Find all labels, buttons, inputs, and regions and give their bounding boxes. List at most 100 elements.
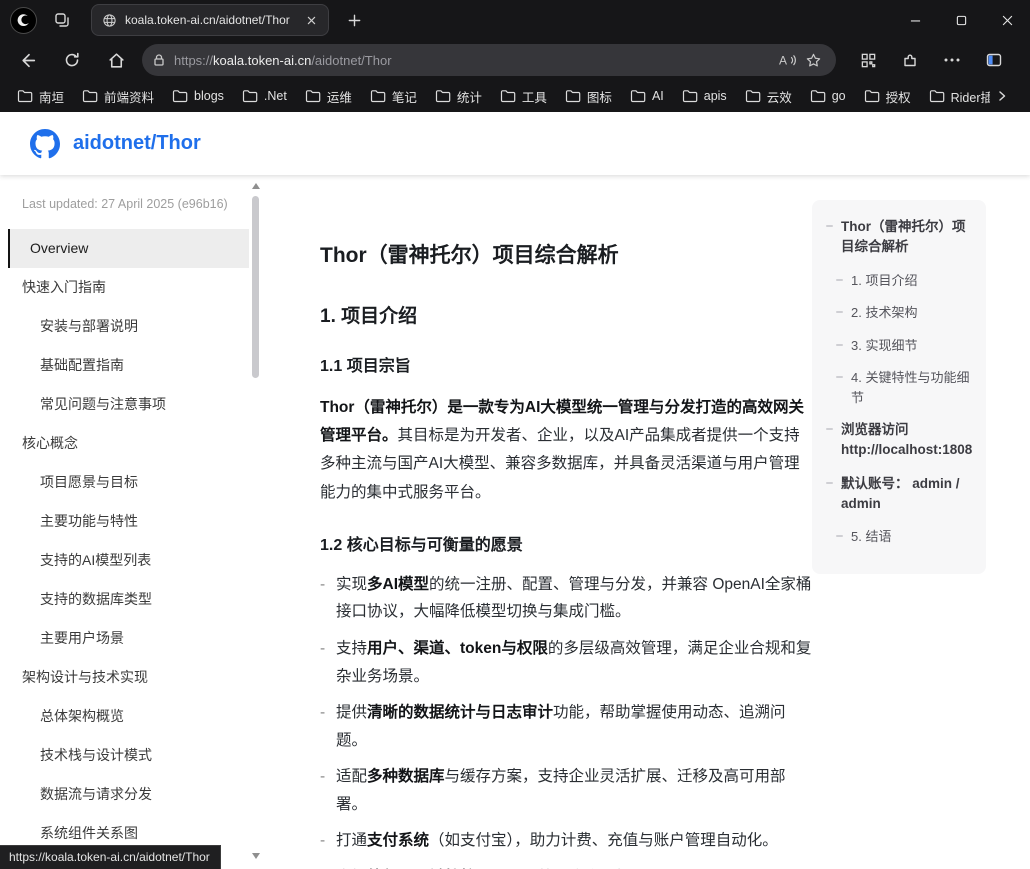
bookmark-folder[interactable]: 授权 xyxy=(855,84,920,109)
bookmark-folder[interactable]: 工具 xyxy=(491,84,556,109)
read-aloud-button[interactable]: A xyxy=(774,47,800,73)
sidebar-nav-item[interactable]: 总体架构概览 xyxy=(8,697,250,736)
sidebar-toggle-button[interactable] xyxy=(978,44,1010,76)
bookmark-folder[interactable]: .Net xyxy=(233,86,296,106)
bookmark-folder[interactable]: apis xyxy=(673,86,736,106)
toc-item[interactable]: 1. 项目介绍 xyxy=(836,271,972,291)
url-text: https://koala.token-ai.cn/aidotnet/Thor xyxy=(174,53,774,68)
toc-item[interactable]: 3. 实现细节 xyxy=(836,336,972,356)
bookmark-label: apis xyxy=(704,89,727,103)
svg-text:A: A xyxy=(779,54,787,68)
sidebar-nav-item[interactable]: 安装与部署说明 xyxy=(8,307,250,346)
sidebar-nav-item[interactable]: 核心概念 xyxy=(8,424,250,463)
bookmark-label: 南垣 xyxy=(39,87,64,106)
bookmark-label: blogs xyxy=(194,89,224,103)
goal-list-item: 支持用户、渠道、token与权限的多层级高效管理，满足企业合规和复杂业务场景。 xyxy=(336,635,812,690)
workspaces-icon[interactable] xyxy=(47,5,77,35)
more-menu-button[interactable] xyxy=(936,44,968,76)
toc-item[interactable]: 2. 技术架构 xyxy=(836,303,972,323)
sidebar-nav-item[interactable]: 技术栈与设计模式 xyxy=(8,736,250,775)
bookmark-folder[interactable]: 图标 xyxy=(556,84,621,109)
bookmark-folder[interactable]: blogs xyxy=(163,86,233,106)
bookmark-folder[interactable]: AI xyxy=(621,86,673,106)
close-window-button[interactable] xyxy=(984,0,1030,40)
favorite-star-button[interactable] xyxy=(800,47,826,73)
bookmark-folder[interactable]: 云效 xyxy=(736,84,801,109)
sidebar-nav-item[interactable]: 常见问题与注意事项 xyxy=(8,385,250,424)
toc-item[interactable]: Thor（雷神托尔）项目综合解析 xyxy=(826,217,972,258)
sidebar-nav-item[interactable]: 数据流与请求分发 xyxy=(8,775,250,814)
toc-item[interactable]: 浏览器访问 http://localhost:1808 xyxy=(826,420,972,461)
sidebar-nav: Overview快速入门指南安装与部署说明基础配置指南常见问题与注意事项核心概念… xyxy=(0,229,250,853)
browser-logo-avatar[interactable] xyxy=(10,7,37,34)
bookmark-label: Rider插件 xyxy=(951,87,990,106)
back-button[interactable] xyxy=(12,44,44,76)
repo-title-link[interactable]: aidotnet/Thor xyxy=(73,132,201,155)
subsection-heading-goals: 1.2 核心目标与可衡量的愿景 xyxy=(320,531,812,555)
browser-toolbar: https://koala.token-ai.cn/aidotnet/Thor … xyxy=(0,40,1030,80)
web-page: aidotnet/Thor Last updated: 27 April 202… xyxy=(0,112,1030,869)
maximize-button[interactable] xyxy=(938,0,984,40)
minimize-button[interactable] xyxy=(892,0,938,40)
home-button[interactable] xyxy=(100,44,132,76)
bookmark-label: 运维 xyxy=(327,87,352,106)
new-tab-button[interactable] xyxy=(339,5,369,35)
url-scheme: https:// xyxy=(174,53,213,68)
lock-icon xyxy=(152,53,166,67)
toc-item[interactable]: 4. 关键特性与功能细节 xyxy=(836,368,972,407)
sidebar-nav-item[interactable]: 支持的AI模型列表 xyxy=(8,541,250,580)
bookmark-folder[interactable]: 南垣 xyxy=(8,84,73,109)
browser-tab[interactable]: koala.token-ai.cn/aidotnet/Thor xyxy=(91,4,329,36)
bookmark-folder[interactable]: 笔记 xyxy=(361,84,426,109)
bookmark-folder[interactable]: 前端资料 xyxy=(73,84,163,109)
sidebar-nav-item[interactable]: 主要用户场景 xyxy=(8,619,250,658)
chevron-right-icon xyxy=(996,90,1008,102)
refresh-icon xyxy=(63,51,81,69)
sidebar-nav-item[interactable]: 架构设计与技术实现 xyxy=(8,658,250,697)
link-status-tooltip: https://koala.token-ai.cn/aidotnet/Thor xyxy=(0,845,221,869)
folder-icon xyxy=(929,89,945,103)
tab-close-button[interactable] xyxy=(302,11,320,29)
github-icon[interactable] xyxy=(30,129,60,159)
bookmark-folder[interactable]: 统计 xyxy=(426,84,491,109)
sidebar-toggle-icon xyxy=(985,51,1003,69)
goal-list-item: 适配多种数据库与缓存方案，支持企业灵活扩展、迁移及高可用部署。 xyxy=(336,763,812,818)
home-icon xyxy=(107,51,126,70)
close-icon xyxy=(307,16,316,25)
qr-code-icon xyxy=(860,52,877,69)
bookmarks-list: 南垣 前端资料 blogs .Net xyxy=(8,84,990,109)
close-icon xyxy=(1002,15,1013,26)
toc-item[interactable]: 默认账号： admin / admin xyxy=(826,474,972,515)
bookmark-label: 授权 xyxy=(886,87,911,106)
sidebar-nav-item[interactable]: 项目愿景与目标 xyxy=(8,463,250,502)
doc-content: Thor（雷神托尔）项目综合解析 1. 项目介绍 1.1 项目宗旨 Thor（雷… xyxy=(320,175,812,869)
bookmarks-overflow-button[interactable] xyxy=(990,84,1014,108)
sidebar-nav-item[interactable]: 支持的数据库类型 xyxy=(8,580,250,619)
folder-icon xyxy=(630,89,646,103)
address-bar[interactable]: https://koala.token-ai.cn/aidotnet/Thor … xyxy=(142,44,836,76)
bookmark-folder[interactable]: Rider插件 xyxy=(920,84,990,109)
scrollbar-thumb[interactable] xyxy=(252,196,259,378)
folder-icon xyxy=(82,89,98,103)
folder-icon xyxy=(305,89,321,103)
qr-code-button[interactable] xyxy=(852,44,884,76)
sidebar-scrollbar[interactable] xyxy=(249,175,263,869)
bookmark-folder[interactable]: 运维 xyxy=(296,84,361,109)
toc-item[interactable]: 5. 结语 xyxy=(836,527,972,547)
scroll-up-arrow-icon[interactable] xyxy=(252,183,260,189)
window-controls xyxy=(892,0,1030,40)
bookmark-folder[interactable]: go xyxy=(801,86,855,106)
refresh-button[interactable] xyxy=(56,44,88,76)
extensions-button[interactable] xyxy=(894,44,926,76)
sidebar-nav-item[interactable]: 主要功能与特性 xyxy=(8,502,250,541)
logo-glyph xyxy=(16,13,31,28)
bookmark-label: 统计 xyxy=(457,87,482,106)
sidebar-nav-item[interactable]: 快速入门指南 xyxy=(8,268,250,307)
doc-title: Thor（雷神托尔）项目综合解析 xyxy=(320,175,812,269)
site-header: aidotnet/Thor xyxy=(0,112,1030,175)
tab-title: koala.token-ai.cn/aidotnet/Thor xyxy=(125,13,294,27)
sidebar-nav-item[interactable]: 基础配置指南 xyxy=(8,346,250,385)
sidebar-nav-item[interactable]: Overview xyxy=(8,229,250,268)
scroll-down-arrow-icon[interactable] xyxy=(252,853,260,859)
goal-list-item: 实现多AI模型的统一注册、配置、管理与分发，并兼容 OpenAI全家桶接口协议，… xyxy=(336,571,812,626)
